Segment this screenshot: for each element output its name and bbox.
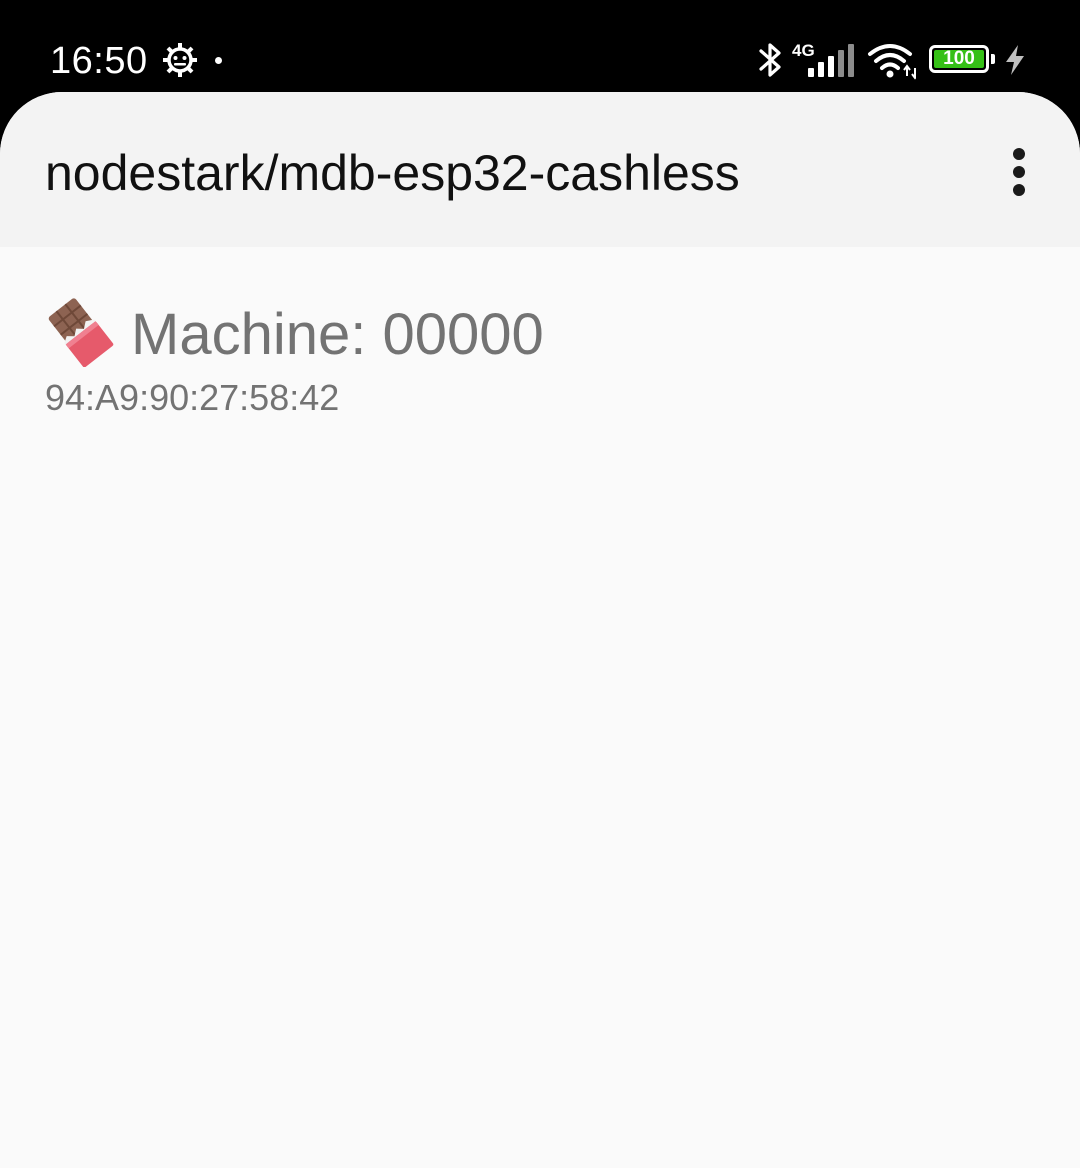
more-vert-icon[interactable] (996, 142, 1042, 202)
menu-dot (1013, 148, 1025, 160)
app-bar: nodestark/mdb-esp32-cashless (0, 92, 1080, 247)
machine-name: Machine: 00000 (131, 302, 544, 367)
app-title: nodestark/mdb-esp32-cashless (45, 145, 740, 201)
bluetooth-icon (759, 43, 781, 77)
battery-cap (991, 54, 995, 64)
chocolate-bar-icon (48, 298, 114, 367)
status-time: 16:50 (50, 40, 148, 82)
app-surface: nodestark/mdb-esp32-cashless Machine: 00… (0, 92, 1080, 1168)
signal-icon (808, 44, 854, 77)
battery-icon: 100 (929, 45, 989, 73)
status-bar: 16:50 4G 100 (0, 0, 1080, 100)
wifi-icon (868, 44, 916, 80)
menu-dot (1013, 166, 1025, 178)
notification-dot (215, 57, 222, 64)
charging-icon (1006, 45, 1024, 75)
menu-dot (1013, 184, 1025, 196)
machine-address: 94:A9:90:27:58:42 (45, 377, 340, 418)
battery-level: 100 (943, 48, 975, 69)
machine-list-item[interactable]: Machine: 00000 94:A9:90:27:58:42 (45, 297, 1035, 427)
gear-icon (163, 43, 197, 77)
